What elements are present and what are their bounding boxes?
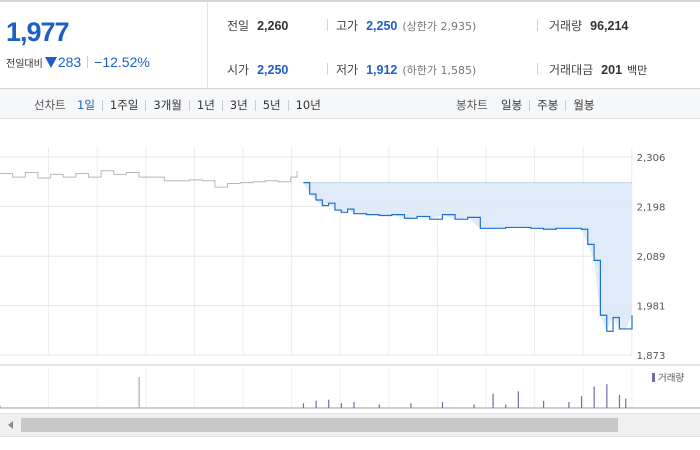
candle-period-tabs: 일봉 주봉 월봉 bbox=[501, 97, 595, 113]
change-label: 전일대비 bbox=[6, 58, 43, 70]
tab-divider bbox=[529, 99, 531, 111]
stat-value: 201 bbox=[601, 63, 623, 77]
tab-divider bbox=[287, 99, 289, 111]
tab-divider bbox=[565, 99, 567, 111]
tab-divider bbox=[145, 99, 147, 111]
volume-legend-swatch bbox=[652, 373, 655, 382]
volume-bar bbox=[505, 404, 507, 408]
tab-divider bbox=[101, 99, 103, 111]
stat-open: 시가 2,250 bbox=[227, 61, 288, 78]
volume-bar bbox=[593, 386, 595, 408]
y-tick-label: 2,198 bbox=[637, 202, 666, 213]
stat-label: 거래량 bbox=[549, 19, 583, 33]
price-stats: 전일 2,260 고가 2,250 (상한가 2,935) 거래량 96,214… bbox=[209, 2, 700, 89]
volume-bar bbox=[410, 403, 412, 408]
line-period-tabs: 1일 1주일 3개월 1년 3년 5년 10년 bbox=[77, 97, 321, 113]
period-tab[interactable]: 5년 bbox=[263, 97, 281, 113]
tab-divider bbox=[188, 99, 190, 111]
change-row: 전일대비 283 −12.52% bbox=[6, 54, 150, 70]
volume-legend-label: 거래량 bbox=[658, 372, 684, 384]
stat-label: 시가 bbox=[227, 63, 250, 77]
period-tab[interactable]: 3개월 bbox=[153, 97, 181, 113]
change-divider bbox=[87, 56, 89, 68]
stat-label: 전일 bbox=[227, 19, 250, 33]
current-price: 1,977 bbox=[6, 17, 70, 47]
volume-bar bbox=[353, 402, 355, 408]
price-chart-svg: 2,306 2,198 2,089 1,981 1,873 거래량 bbox=[0, 120, 700, 410]
period-tab[interactable]: 3년 bbox=[230, 97, 248, 113]
tab-divider bbox=[221, 99, 223, 111]
y-tick-label: 2,089 bbox=[637, 252, 666, 263]
change-value: 283 bbox=[57, 54, 82, 70]
stat-label: 저가 bbox=[336, 63, 359, 77]
volume-bar bbox=[328, 399, 330, 408]
stat-value: 2,250 bbox=[366, 19, 398, 33]
line-chart-label: 선차트 bbox=[34, 98, 66, 112]
period-tab[interactable]: 10년 bbox=[296, 97, 321, 113]
volume-bar bbox=[340, 403, 342, 408]
scroll-thumb[interactable] bbox=[21, 418, 618, 432]
stat-unit: 백만 bbox=[627, 64, 648, 77]
divider bbox=[327, 63, 328, 75]
y-tick-label: 1,981 bbox=[637, 302, 666, 313]
stat-low: 저가 1,912 (하한가 1,585) bbox=[336, 61, 476, 78]
volume-bar bbox=[492, 393, 494, 408]
volume-bar bbox=[618, 394, 621, 408]
down-triangle-icon bbox=[44, 56, 57, 68]
volume-bar bbox=[580, 396, 583, 408]
stat-value: 96,214 bbox=[590, 19, 629, 33]
period-tab[interactable]: 1년 bbox=[197, 97, 215, 113]
volume-bar bbox=[302, 403, 305, 408]
stat-value: 2,260 bbox=[257, 19, 289, 33]
volume-bar bbox=[315, 400, 317, 408]
scroll-left-arrow-icon[interactable] bbox=[0, 414, 20, 436]
stat-value: 2,250 bbox=[257, 63, 289, 77]
volume-bar bbox=[568, 402, 570, 408]
stat-value: 1,912 bbox=[366, 63, 398, 77]
period-tab[interactable]: 월봉 bbox=[573, 97, 594, 113]
price-chart: 2,306 2,198 2,089 1,981 1,873 거래량 bbox=[0, 120, 700, 410]
divider bbox=[537, 63, 538, 75]
chart-scrollbar[interactable] bbox=[0, 413, 700, 437]
y-tick-label: 2,306 bbox=[637, 153, 666, 164]
change-rate: −12.52% bbox=[94, 54, 150, 70]
period-tab[interactable]: 1주일 bbox=[110, 97, 138, 113]
stat-volume: 거래량 96,214 bbox=[549, 17, 628, 34]
period-tab[interactable]: 일봉 bbox=[501, 97, 522, 113]
volume-bar bbox=[543, 400, 545, 408]
volume-bar bbox=[606, 384, 608, 408]
volume-bar bbox=[138, 377, 140, 408]
volume-bar bbox=[441, 402, 444, 408]
tab-divider bbox=[254, 99, 256, 111]
price-box: 1,977 전일대비 283 −12.52% bbox=[0, 2, 208, 89]
period-tab[interactable]: 1일 bbox=[77, 97, 95, 113]
candle-chart-label: 봉차트 bbox=[456, 98, 488, 112]
stat-label: 거래대금 bbox=[549, 63, 594, 77]
divider bbox=[327, 19, 328, 31]
stat-label: 고가 bbox=[336, 19, 359, 33]
chart-toolbar: 선차트 1일 1주일 3개월 1년 3년 5년 10년 봉차트 일봉 주봉 월봉 bbox=[0, 89, 700, 119]
stat-prev-close: 전일 2,260 bbox=[227, 17, 288, 34]
period-tab[interactable]: 주봉 bbox=[537, 97, 558, 113]
divider bbox=[537, 19, 538, 31]
stat-sub: (하한가 1,585) bbox=[402, 64, 477, 77]
volume-bar bbox=[625, 398, 627, 408]
stock-summary-header: 1,977 전일대비 283 −12.52% 전일 2,260 고가 2,250… bbox=[0, 0, 700, 89]
volume-bar bbox=[473, 404, 475, 408]
volume-bar bbox=[0, 405, 1, 408]
volume-bar bbox=[517, 391, 519, 408]
volume-bar bbox=[378, 404, 380, 408]
stat-high: 고가 2,250 (상한가 2,935) bbox=[336, 17, 476, 34]
y-tick-label: 1,873 bbox=[637, 351, 666, 362]
stat-amount: 거래대금 201 백만 bbox=[549, 61, 647, 78]
stat-sub: (상한가 2,935) bbox=[402, 20, 477, 33]
